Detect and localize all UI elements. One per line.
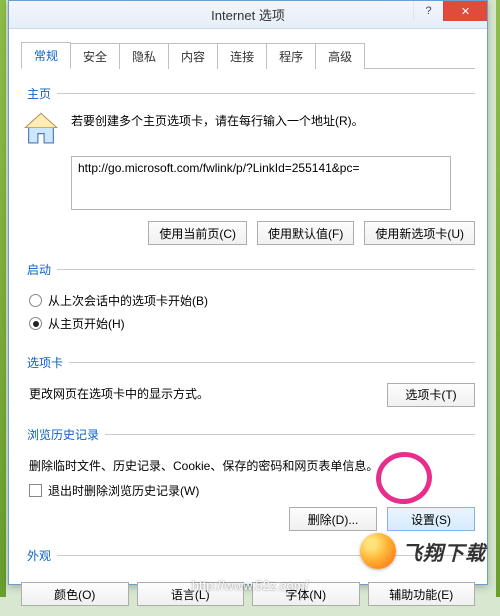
use-default-button[interactable]: 使用默认值(F) <box>257 221 354 245</box>
radio-icon <box>29 294 42 307</box>
legend-appearance: 外观 <box>21 547 57 564</box>
tabs-row: 更改网页在选项卡中的显示方式。 选项卡(T) <box>21 379 475 410</box>
tabs-desc: 更改网页在选项卡中的显示方式。 <box>29 385 209 402</box>
accessibility-button[interactable]: 辅助功能(E) <box>368 582 476 606</box>
dialog-content: 常规 安全 隐私 内容 连接 程序 高级 主页 若要创建多个主页选项卡，请在每行… <box>9 29 487 616</box>
homepage-row: 若要创建多个主页选项卡，请在每行输入一个地址(R)。 <box>21 110 475 148</box>
group-tabs: 选项卡 更改网页在选项卡中的显示方式。 选项卡(T) <box>21 354 475 410</box>
group-history: 浏览历史记录 删除临时文件、历史记录、Cookie、保存的密码和网页表单信息。 … <box>21 426 475 531</box>
close-button[interactable]: ✕ <box>443 1 487 21</box>
history-buttons: 删除(D)... 设置(S) <box>21 507 475 531</box>
tab-programs[interactable]: 程序 <box>266 43 316 69</box>
use-current-page-button[interactable]: 使用当前页(C) <box>148 221 247 245</box>
delete-on-exit-label: 退出时删除浏览历史记录(W) <box>48 482 199 499</box>
tab-general[interactable]: 常规 <box>21 42 71 69</box>
tab-content[interactable]: 内容 <box>168 43 218 69</box>
homepage-buttons: 使用当前页(C) 使用默认值(F) 使用新选项卡(U) <box>21 221 475 245</box>
homepage-instruction: 若要创建多个主页选项卡，请在每行输入一个地址(R)。 <box>71 110 475 129</box>
title-bar: Internet 选项 ? ✕ <box>9 1 487 29</box>
tab-advanced[interactable]: 高级 <box>315 43 365 69</box>
radio-last-session-label: 从上次会话中的选项卡开始(B) <box>48 292 208 309</box>
homepage-url-input[interactable] <box>71 156 451 210</box>
history-desc: 删除临时文件、历史记录、Cookie、保存的密码和网页表单信息。 <box>29 457 475 474</box>
group-appearance: 外观 颜色(O) 语言(L) 字体(N) 辅助功能(E) <box>21 547 475 606</box>
colors-button[interactable]: 颜色(O) <box>21 582 129 606</box>
delete-history-button[interactable]: 删除(D)... <box>289 507 377 531</box>
checkbox-icon <box>29 484 42 497</box>
legend-tabs: 选项卡 <box>21 354 69 371</box>
help-button[interactable]: ? <box>413 1 443 21</box>
tab-connections[interactable]: 连接 <box>217 43 267 69</box>
caption-buttons: ? ✕ <box>413 1 487 21</box>
radio-from-home-label: 从主页开始(H) <box>48 315 125 332</box>
delete-on-exit-checkbox[interactable]: 退出时删除浏览历史记录(W) <box>29 482 475 499</box>
fonts-button[interactable]: 字体(N) <box>252 582 360 606</box>
tab-security[interactable]: 安全 <box>70 43 120 69</box>
home-icon <box>21 110 61 148</box>
background-edge-left <box>0 0 6 597</box>
languages-button[interactable]: 语言(L) <box>137 582 245 606</box>
history-settings-button[interactable]: 设置(S) <box>387 507 475 531</box>
radio-icon <box>29 317 42 330</box>
legend-homepage: 主页 <box>21 85 57 102</box>
group-startup: 启动 从上次会话中的选项卡开始(B) 从主页开始(H) <box>21 261 475 338</box>
dialog-window: Internet 选项 ? ✕ 常规 安全 隐私 内容 连接 程序 高级 主页 <box>8 0 488 585</box>
group-homepage: 主页 若要创建多个主页选项卡，请在每行输入一个地址(R)。 使用当前页(C) 使… <box>21 85 475 245</box>
tab-strip: 常规 安全 隐私 内容 连接 程序 高级 <box>21 41 475 69</box>
tab-privacy[interactable]: 隐私 <box>119 43 169 69</box>
legend-startup: 启动 <box>21 261 57 278</box>
legend-history: 浏览历史记录 <box>21 426 105 443</box>
appearance-buttons: 颜色(O) 语言(L) 字体(N) 辅助功能(E) <box>21 582 475 606</box>
use-new-tab-button[interactable]: 使用新选项卡(U) <box>364 221 475 245</box>
background-edge-right <box>496 0 500 597</box>
radio-from-home[interactable]: 从主页开始(H) <box>29 315 475 332</box>
radio-last-session[interactable]: 从上次会话中的选项卡开始(B) <box>29 292 475 309</box>
tabs-settings-button[interactable]: 选项卡(T) <box>387 383 475 407</box>
